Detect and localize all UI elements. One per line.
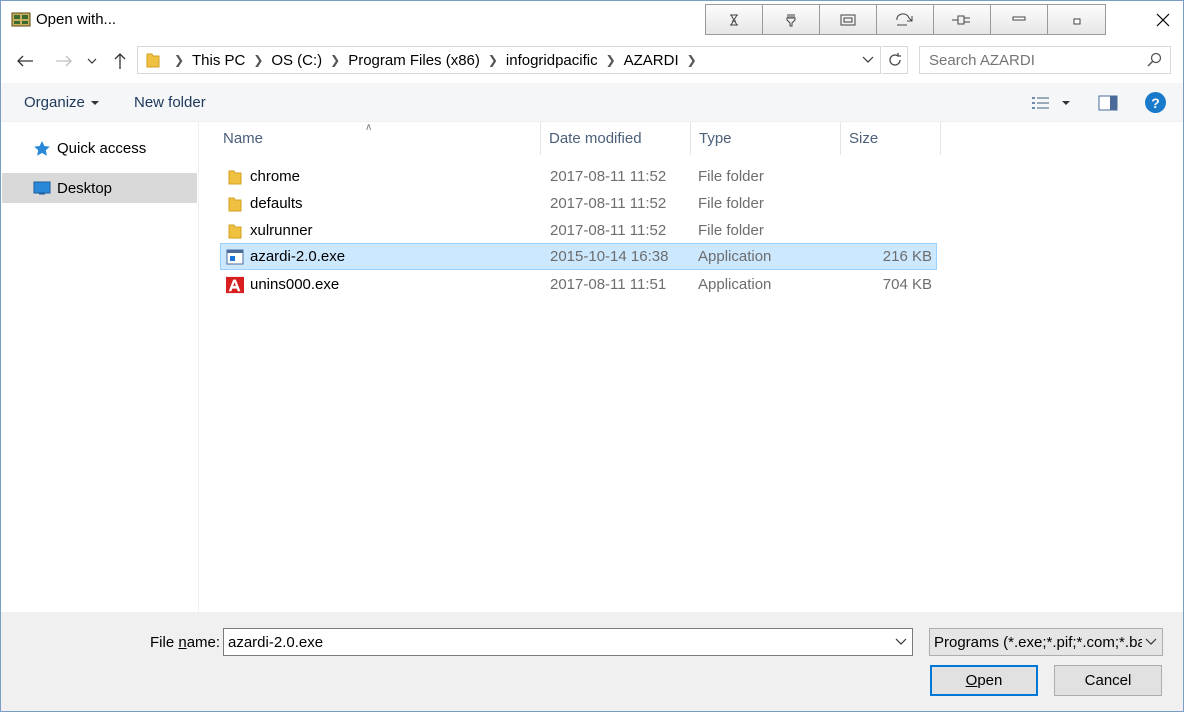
- address-history-dropdown[interactable]: [857, 47, 879, 73]
- search-input[interactable]: [920, 47, 1130, 73]
- star-icon: [33, 140, 51, 156]
- file-row-azardi-exe[interactable]: azardi-2.0.exe 2015-10-14 16:38 Applicat…: [220, 243, 937, 270]
- frame-icon[interactable]: [820, 5, 877, 34]
- chevron-right-icon: ❯: [253, 53, 264, 67]
- breadcrumb-program-files[interactable]: ❯ Program Files (x86): [324, 52, 482, 69]
- navigation-pane: Quick access Desktop: [1, 122, 199, 612]
- details-view-icon: [1032, 97, 1049, 109]
- file-row-xulrunner[interactable]: xulrunner 2017-08-11 11:52 File folder: [220, 217, 937, 244]
- organize-button[interactable]: Organize: [24, 94, 100, 111]
- up-button[interactable]: [108, 49, 132, 73]
- view-options-dropdown[interactable]: [1061, 92, 1071, 114]
- refresh-button[interactable]: [882, 46, 908, 74]
- file-name-label: File name:: [150, 634, 221, 651]
- nav-item-quick-access[interactable]: Quick access: [2, 133, 197, 163]
- change-view-button[interactable]: [1031, 92, 1051, 114]
- back-arrow-icon: [17, 55, 33, 67]
- folder-icon: [138, 47, 168, 73]
- up-arrow-icon: [114, 53, 126, 69]
- question-mark-icon: ?: [1151, 94, 1160, 111]
- app-icon: [11, 11, 31, 28]
- chevron-right-icon: ❯: [330, 53, 341, 67]
- window-title: Open with...: [36, 11, 117, 28]
- folder-icon: [226, 168, 244, 185]
- application-icon: [226, 248, 244, 265]
- file-name-combo[interactable]: [223, 628, 913, 656]
- close-icon: [1156, 13, 1170, 27]
- chevron-down-icon: [895, 638, 907, 645]
- preview-pane-icon: [1098, 95, 1118, 111]
- address-bar[interactable]: ❯ This PC ❯ OS (C:) ❯ Program Files (x86) ❯…: [137, 46, 881, 74]
- navigation-row: ❯ This PC ❯ OS (C:) ❯ Program Files (x86) ❯…: [1, 39, 1183, 83]
- restore-square-icon[interactable]: [1048, 5, 1105, 34]
- wrench-icon[interactable]: [763, 5, 820, 34]
- open-with-dialog: Open with... ❯ This PC ❯ OS (C:) ❯ Progr…: [0, 0, 1184, 712]
- file-name-dropdown-button[interactable]: [892, 633, 910, 651]
- undo-arrow-icon[interactable]: [877, 5, 934, 34]
- sort-ascending-icon: ∧: [365, 122, 373, 133]
- dropdown-triangle-icon: [90, 100, 99, 105]
- minimize-bar-icon[interactable]: [991, 5, 1048, 34]
- title-bar: Open with...: [1, 1, 1183, 39]
- folder-icon: [226, 195, 244, 212]
- plug-icon[interactable]: [934, 5, 991, 34]
- forward-button[interactable]: [52, 49, 76, 73]
- dropdown-triangle-icon: [1062, 101, 1070, 105]
- desktop-icon: [33, 180, 51, 196]
- column-header-name[interactable]: Name ∧: [215, 122, 541, 155]
- file-list: Name ∧ Date modified Type Size chrome 20…: [200, 122, 1183, 612]
- breadcrumb-infogridpacific[interactable]: ❯ infogridpacific: [482, 52, 600, 69]
- cancel-button[interactable]: Cancel: [1054, 665, 1162, 696]
- recent-locations-button[interactable]: [82, 49, 102, 73]
- file-row-chrome[interactable]: chrome 2017-08-11 11:52 File folder: [220, 163, 937, 190]
- preview-pane-button[interactable]: [1098, 92, 1118, 114]
- close-button[interactable]: [1141, 1, 1184, 39]
- column-header-row: Name ∧ Date modified Type Size: [215, 122, 941, 155]
- search-icon: [1147, 52, 1162, 67]
- chevron-down-icon: [87, 58, 97, 64]
- chevron-down-icon: [862, 56, 874, 63]
- column-header-type[interactable]: Type: [691, 122, 841, 155]
- uninstaller-icon: [226, 276, 244, 293]
- help-button[interactable]: ?: [1145, 92, 1166, 113]
- column-header-date-modified[interactable]: Date modified: [541, 122, 691, 155]
- breadcrumb-os-c[interactable]: ❯ OS (C:): [247, 52, 324, 69]
- window-toolstrip: [705, 4, 1106, 35]
- back-button[interactable]: [13, 49, 37, 73]
- breadcrumb-subfolder-chevron[interactable]: ❯: [681, 53, 703, 67]
- forward-arrow-icon: [56, 55, 72, 67]
- refresh-icon: [888, 53, 901, 66]
- chevron-right-icon: ❯: [605, 53, 616, 67]
- hourglass-icon[interactable]: [706, 5, 763, 34]
- open-button[interactable]: Open: [930, 665, 1038, 696]
- column-header-size[interactable]: Size: [841, 122, 941, 155]
- breadcrumb-this-pc[interactable]: ❯ This PC: [168, 52, 247, 69]
- chevron-right-icon: ❯: [173, 53, 185, 67]
- nav-item-desktop[interactable]: Desktop: [2, 173, 197, 203]
- command-bar: Organize New folder ?: [1, 83, 1183, 122]
- chevron-right-icon: ❯: [487, 53, 498, 67]
- chevron-down-icon: [1145, 638, 1157, 645]
- file-type-filter-select[interactable]: Programs (*.exe;*.pif;*.com;*.bat: [929, 628, 1163, 656]
- search-box[interactable]: [919, 46, 1171, 74]
- chevron-right-icon: ❯: [686, 53, 697, 67]
- dialog-footer: File name: Programs (*.exe;*.pif;*.com;*…: [1, 612, 1183, 711]
- new-folder-button[interactable]: New folder: [134, 94, 206, 111]
- file-row-unins000-exe[interactable]: unins000.exe 2017-08-11 11:51 Applicatio…: [220, 271, 937, 298]
- file-row-defaults[interactable]: defaults 2017-08-11 11:52 File folder: [220, 190, 937, 217]
- file-name-input[interactable]: [224, 629, 884, 655]
- filter-dropdown-button[interactable]: [1142, 633, 1160, 651]
- breadcrumb-azardi[interactable]: ❯ AZARDI: [600, 52, 681, 69]
- folder-icon: [226, 222, 244, 239]
